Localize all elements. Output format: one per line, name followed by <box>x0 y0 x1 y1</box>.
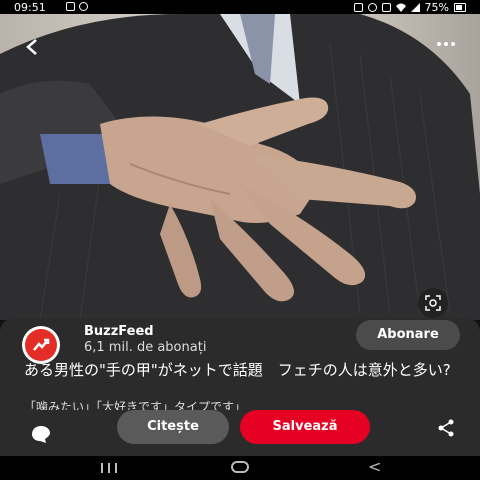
more-icon <box>437 42 455 46</box>
subscribe-button[interactable]: Abonare <box>356 320 460 350</box>
visual-search-icon <box>425 295 441 311</box>
signal-icon <box>410 3 420 12</box>
nav-back-icon[interactable]: < <box>368 457 381 476</box>
share-icon[interactable] <box>436 418 456 438</box>
recent-apps-icon[interactable] <box>99 463 119 473</box>
vibrate-icon <box>381 3 391 12</box>
location-icon <box>367 3 377 12</box>
whatsapp-icon <box>79 2 88 11</box>
back-arrow-icon <box>26 39 37 55</box>
pin-snippet: 「噛みたい」「大好きです」タイプです」 <box>24 400 247 410</box>
battery-percent: 75% <box>424 1 449 14</box>
action-bar: Citește Salvează <box>0 410 480 456</box>
buzzfeed-logo-icon <box>25 329 57 361</box>
wifi-icon <box>395 3 406 12</box>
system-nav-bar: < <box>0 456 480 480</box>
pin-details-sheet: BuzzFeed 6,1 mil. de abonați Abonare ある男… <box>0 318 480 460</box>
image-icon <box>66 2 75 11</box>
home-icon[interactable] <box>231 461 249 473</box>
battery-icon <box>454 3 466 12</box>
status-left-icons <box>66 2 88 11</box>
comment-icon[interactable] <box>30 424 52 444</box>
screen: 09:51 75% BuzzFeed 6,1 mil. de abonați A… <box>0 0 480 480</box>
status-time: 09:51 <box>14 1 46 14</box>
sync-icon <box>353 3 363 12</box>
channel-name[interactable]: BuzzFeed <box>84 324 154 339</box>
status-bar: 09:51 75% <box>0 0 480 14</box>
more-button[interactable] <box>432 34 460 54</box>
hand-photo <box>0 14 480 320</box>
subscriber-count: 6,1 mil. de abonați <box>84 340 207 355</box>
save-button[interactable]: Salvează <box>240 410 370 444</box>
visual-search-button[interactable] <box>418 288 448 318</box>
avatar[interactable] <box>22 326 60 364</box>
pin-title: ある男性の"手の甲"がネットで話題 フェチの人は意外と多い? <box>24 361 451 379</box>
read-button[interactable]: Citește <box>117 410 229 444</box>
status-right: 75% <box>353 1 466 14</box>
pin-image[interactable] <box>0 14 480 320</box>
back-button[interactable] <box>22 36 44 58</box>
